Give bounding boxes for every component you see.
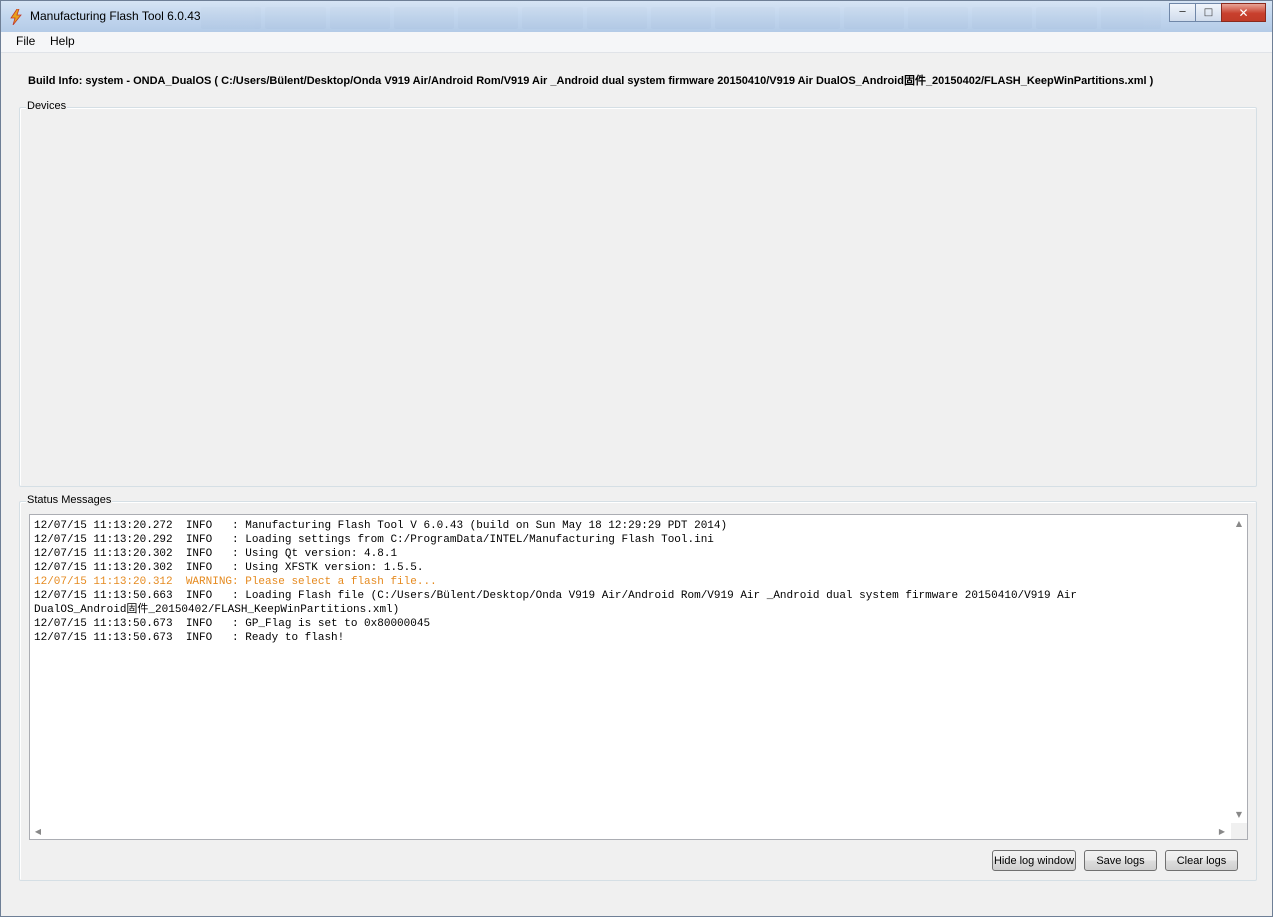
status-log[interactable]: 12/07/15 11:13:20.272 INFO : Manufacturi… <box>29 514 1248 840</box>
minimize-button[interactable]: ─ <box>1169 3 1196 22</box>
status-messages-label: Status Messages <box>26 494 113 506</box>
app-window: Manufacturing Flash Tool 6.0.43 ─ □ ✕ Fi… <box>0 0 1273 917</box>
lightning-icon <box>10 9 22 25</box>
devices-panel <box>19 107 1257 487</box>
scroll-up-icon[interactable]: ▲ <box>1231 515 1247 531</box>
clear-logs-button[interactable]: Clear logs <box>1165 850 1238 871</box>
log-line: 12/07/15 11:13:50.663 INFO : Loading Fla… <box>34 590 1077 602</box>
log-text[interactable]: 12/07/15 11:13:20.272 INFO : Manufacturi… <box>34 519 1229 819</box>
menu-file[interactable]: File <box>13 34 38 48</box>
build-info: Build Info: system - ONDA_DualOS ( C:/Us… <box>28 75 1154 87</box>
log-line: 12/07/15 11:13:20.272 INFO : Manufacturi… <box>34 520 728 532</box>
vertical-scrollbar[interactable]: ▲ ▼ <box>1231 515 1247 822</box>
window-title: Manufacturing Flash Tool 6.0.43 <box>30 9 201 23</box>
maximize-button[interactable]: □ <box>1195 3 1222 22</box>
scroll-left-icon[interactable]: ◀ <box>30 823 46 839</box>
menu-help[interactable]: Help <box>47 34 78 48</box>
horizontal-scrollbar[interactable]: ◀ ▶ <box>30 823 1230 839</box>
log-line: 12/07/15 11:13:50.673 INFO : Ready to fl… <box>34 632 345 644</box>
title-bar[interactable]: Manufacturing Flash Tool 6.0.43 ─ □ ✕ <box>1 1 1272 32</box>
log-line: 12/07/15 11:13:20.302 INFO : Using XFSTK… <box>34 562 424 574</box>
background-taskbar <box>201 7 1161 29</box>
save-logs-button[interactable]: Save logs <box>1084 850 1157 871</box>
log-line: DualOS_Android固件_20150402/FLASH_KeepWinP… <box>34 604 400 616</box>
log-line: 12/07/15 11:13:50.673 INFO : GP_Flag is … <box>34 618 431 630</box>
devices-label: Devices <box>26 100 68 112</box>
scroll-down-icon[interactable]: ▼ <box>1231 806 1247 822</box>
hide-log-window-button[interactable]: Hide log window <box>992 850 1076 871</box>
menu-bar: File Help <box>1 32 1272 53</box>
log-line: 12/07/15 11:13:20.292 INFO : Loading set… <box>34 534 714 546</box>
status-bar <box>1 888 1272 916</box>
log-line: 12/07/15 11:13:20.302 INFO : Using Qt ve… <box>34 548 398 560</box>
scroll-corner <box>1231 823 1247 839</box>
scroll-right-icon[interactable]: ▶ <box>1214 823 1230 839</box>
log-line-warning: 12/07/15 11:13:20.312 WARNING: Please se… <box>34 576 437 588</box>
close-button[interactable]: ✕ <box>1221 3 1266 22</box>
window-controls: ─ □ ✕ <box>1169 3 1266 22</box>
